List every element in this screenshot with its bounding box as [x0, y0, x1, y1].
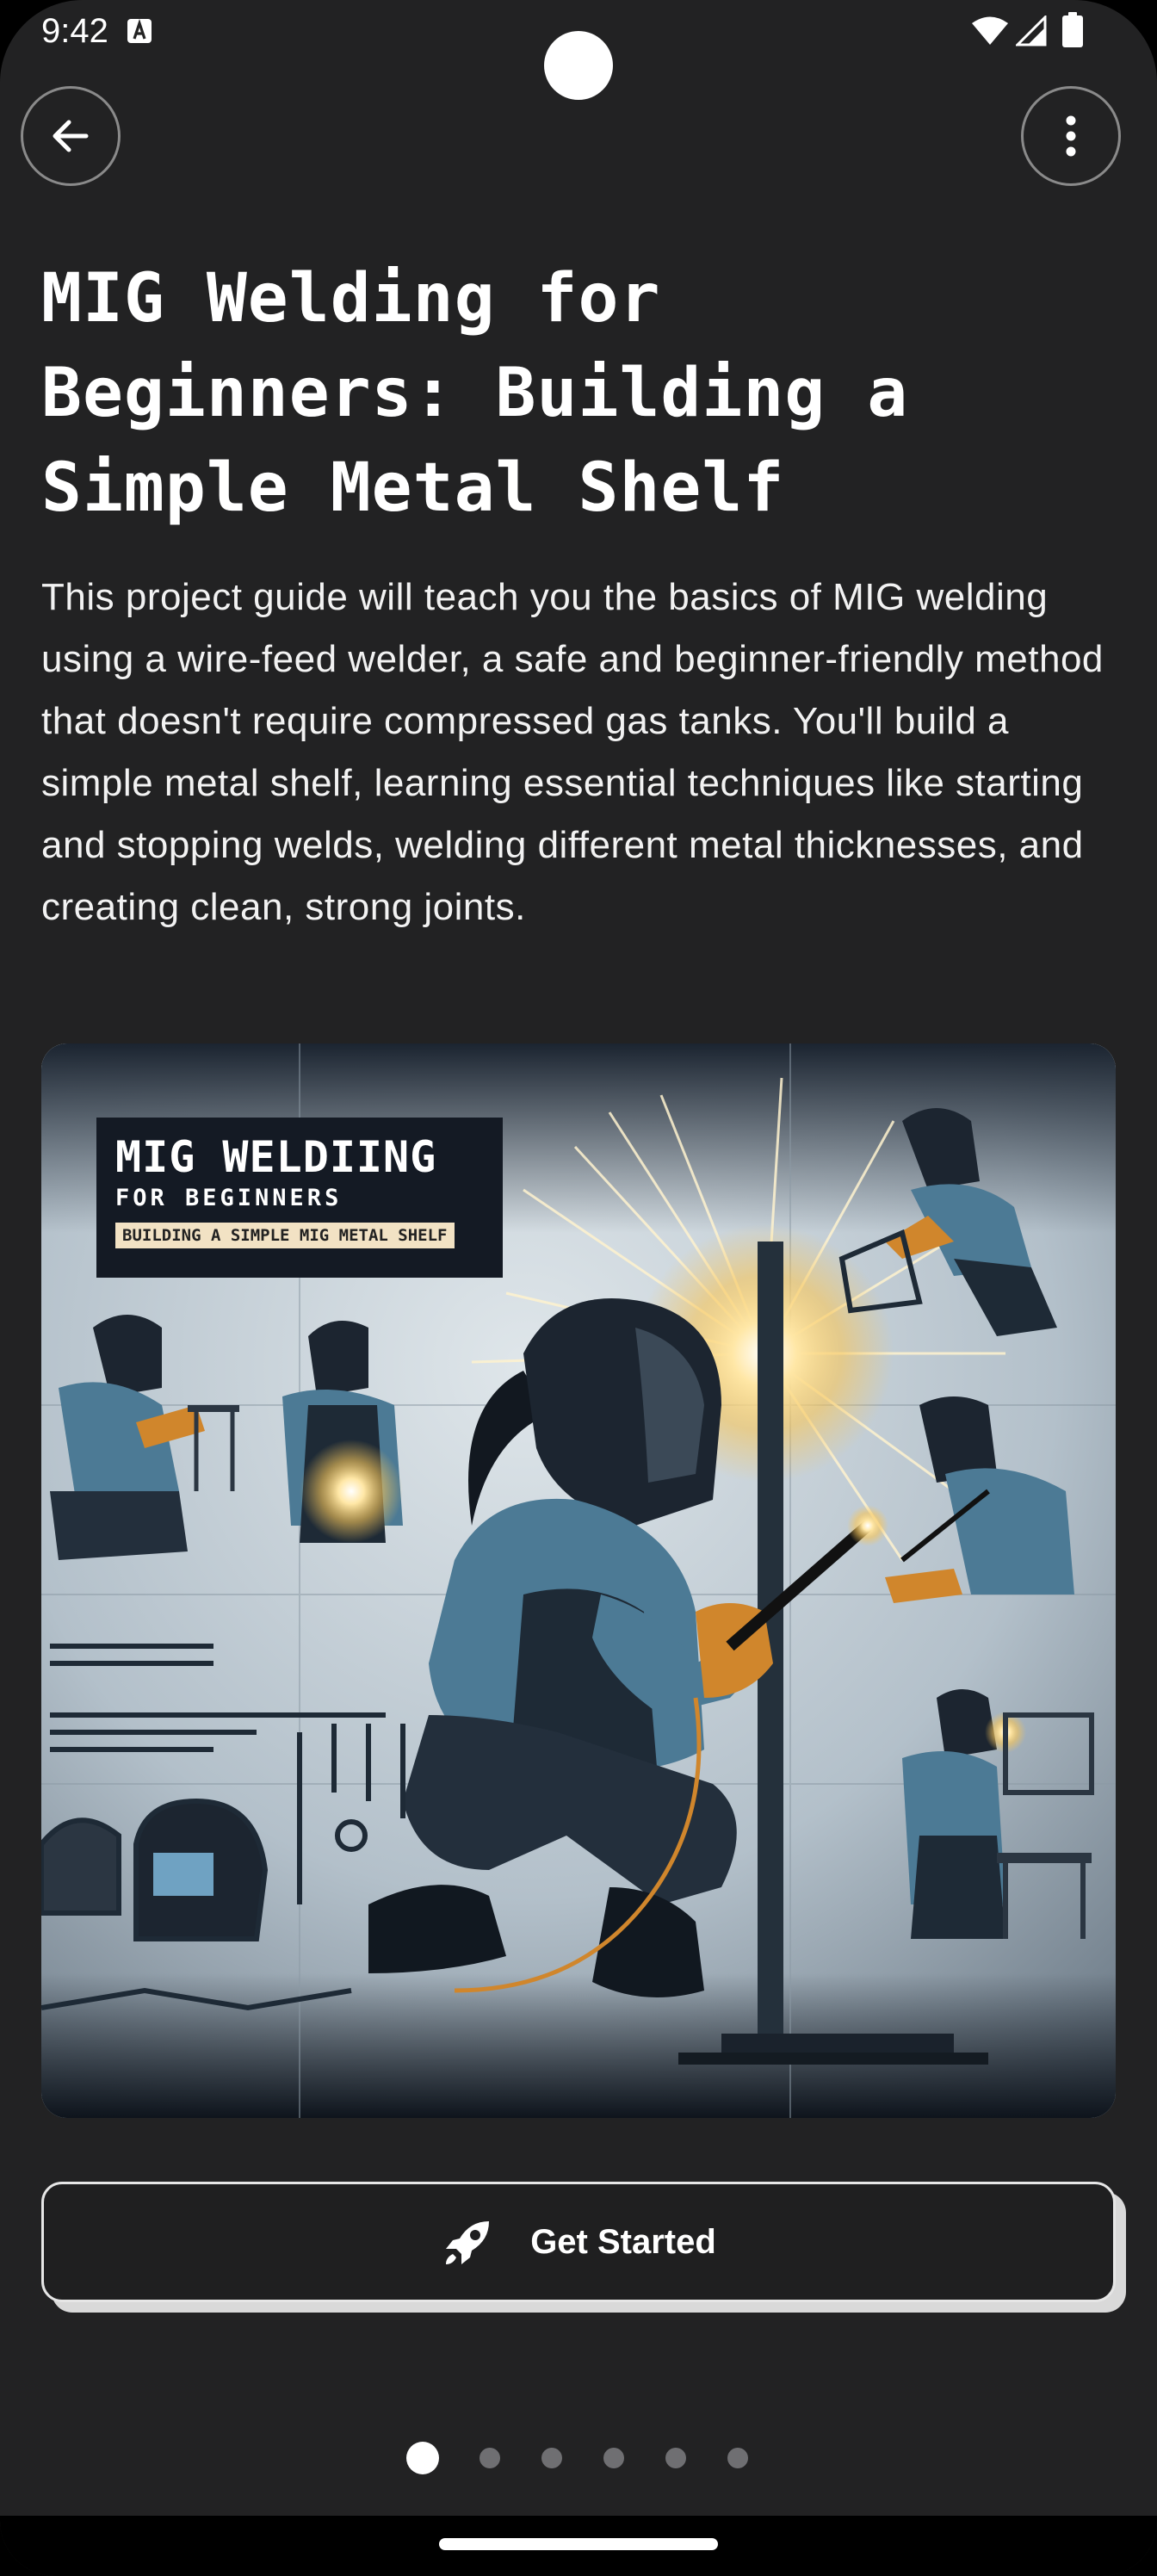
pager-dot[interactable] [727, 2448, 748, 2468]
hero-label-tag: BUILDING A SIMPLE MIG METAL SHELF [115, 1223, 455, 1248]
rocket-icon [446, 2221, 490, 2264]
wifi-icon [972, 16, 1008, 45]
page-title: MIG Welding for Beginners: Building a Si… [41, 260, 909, 527]
home-indicator[interactable] [439, 2538, 718, 2550]
pager-dot-active[interactable] [406, 2442, 439, 2474]
pager-dot[interactable] [541, 2448, 562, 2468]
more-vert-icon [1066, 115, 1076, 157]
project-description: This project guide will teach you the ba… [41, 576, 1104, 928]
get-started-button[interactable]: Get Started [41, 2182, 1116, 2302]
battery-icon [1062, 12, 1083, 47]
get-started-label: Get Started [530, 2222, 716, 2261]
back-button[interactable] [21, 86, 121, 186]
pager-dot[interactable] [480, 2448, 500, 2468]
notification-a-icon [127, 18, 152, 43]
hero-label: MIG WELDIING FOR BEGINNERS BUILDING A SI… [96, 1118, 503, 1278]
pager-dot[interactable] [665, 2448, 686, 2468]
screen: 9:42 MIG Welding for Beginners: Building… [0, 0, 1157, 2576]
status-time: 9:42 [41, 12, 108, 50]
hero-label-subtitle: FOR BEGINNERS [115, 1185, 343, 1211]
hero-label-title: MIG WELDIING [115, 1132, 437, 1182]
hero-illustration: MIG WELDIING FOR BEGINNERS BUILDING A SI… [41, 1043, 1116, 2118]
camera-cutout [544, 31, 613, 100]
arrow-back-icon [53, 120, 89, 152]
pager-dot[interactable] [603, 2448, 624, 2468]
signal-icon [1016, 15, 1047, 46]
more-options-button[interactable] [1021, 86, 1121, 186]
